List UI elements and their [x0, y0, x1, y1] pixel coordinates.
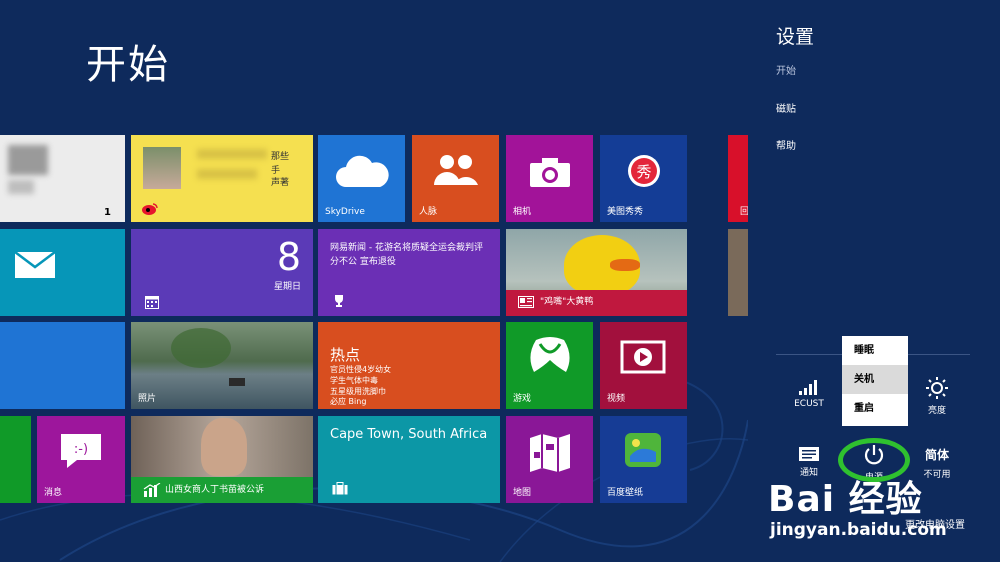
photo-boat — [229, 378, 245, 386]
photo-count-badge: 1 — [104, 207, 111, 218]
wallpaper-label: 百度壁纸 — [607, 488, 644, 498]
signal-bars-icon — [799, 380, 817, 395]
suitcase-icon — [332, 482, 348, 495]
green-partial-tile[interactable] — [0, 416, 31, 503]
calendar-icon — [145, 296, 159, 309]
chart-bars-icon — [143, 483, 161, 497]
partial-red-tile[interactable]: 回 — [728, 135, 748, 222]
network-label: ECUST — [794, 399, 824, 409]
calendar-day: 8 — [276, 235, 301, 279]
brightness-quick-setting[interactable]: 亮度 — [907, 376, 967, 416]
meitu-tile[interactable]: 秀 美图秀秀 — [600, 135, 687, 222]
duck-beak — [610, 259, 640, 271]
games-tile[interactable]: 游戏 — [506, 322, 593, 409]
people-icon — [434, 155, 478, 185]
calendar-weekday: 星期日 — [273, 282, 301, 292]
skydrive-tile[interactable]: SkyDrive — [318, 135, 405, 222]
camera-label: 相机 — [513, 207, 532, 217]
help-link[interactable]: 帮助 — [776, 137, 796, 152]
skydrive-label: SkyDrive — [325, 207, 365, 217]
messaging-label: 消息 — [44, 488, 63, 498]
photos-tile[interactable]: 照片 — [131, 322, 313, 409]
cloud-icon — [336, 155, 389, 187]
map-icon — [530, 434, 570, 472]
notification-icon — [799, 447, 819, 461]
trophy-icon — [335, 295, 343, 307]
video-tile[interactable]: 视频 — [600, 322, 687, 409]
ie-tile[interactable] — [0, 322, 125, 409]
settings-title: 设置 — [776, 26, 815, 48]
meitu-label: 美图秀秀 — [607, 207, 644, 217]
hot-line-2: 学生气体中毒 — [330, 376, 378, 385]
partial-red-label: 回 — [740, 207, 748, 217]
wallpaper-tile[interactable]: 百度壁纸 — [600, 416, 687, 503]
weibo-icon — [142, 203, 158, 215]
envelope-icon — [14, 251, 56, 278]
photo-tile[interactable]: 1 — [0, 135, 125, 222]
start-title: 开始 — [86, 42, 170, 88]
chat-bubble-icon: :-) — [61, 434, 101, 468]
maps-tile[interactable]: 地图 — [506, 416, 593, 503]
photo-tree — [171, 328, 231, 368]
travel-tile[interactable]: Cape Town, South Africa — [318, 416, 500, 503]
finance-person — [201, 418, 247, 476]
messaging-tile[interactable]: :-) 消息 — [37, 416, 125, 503]
people-label: 人脉 — [419, 207, 438, 217]
sun-icon — [926, 377, 948, 399]
travel-title: Cape Town, South Africa — [330, 427, 488, 442]
finance-tile[interactable]: 山西女商人丁书苗被公诉 — [131, 416, 313, 503]
video-label: 视频 — [607, 394, 626, 404]
xbox-controller-icon — [530, 337, 570, 372]
weibo-tile[interactable]: 那些 手 声著 — [131, 135, 313, 222]
news-icon — [518, 296, 534, 308]
camera-icon — [530, 158, 570, 187]
svg-text:秀: 秀 — [636, 163, 651, 181]
baidu-watermark-url: jingyan.baidu.com — [770, 520, 947, 540]
partial-photo-tile[interactable] — [728, 229, 748, 316]
restart-option[interactable]: 重启 — [842, 394, 908, 423]
maps-label: 地图 — [513, 488, 532, 498]
settings-subtitle: 开始 — [776, 66, 796, 77]
weibo-line-1: 那些 — [271, 152, 290, 162]
tiles-link[interactable]: 磁贴 — [776, 100, 796, 115]
weibo-avatar — [143, 147, 181, 189]
ime-label: 简体 — [924, 448, 949, 462]
hot-tile[interactable]: 热点 官员性侵4岁幼女 学生气体中毒 五星级用洗脚巾 必应 Bing — [318, 322, 500, 409]
games-label: 游戏 — [513, 394, 532, 404]
brightness-label: 亮度 — [927, 406, 946, 416]
people-tile[interactable]: 人脉 — [412, 135, 499, 222]
wallpaper-app-icon — [625, 433, 661, 467]
video-player-icon — [620, 340, 666, 374]
duck-label: "鸡嘴"大黄鸭 — [540, 297, 594, 307]
hot-title: 热点 — [330, 346, 361, 364]
sleep-option[interactable]: 睡眠 — [842, 336, 908, 365]
duck-photo-tile[interactable]: "鸡嘴"大黄鸭 — [506, 229, 687, 316]
weibo-line-3: 声著 — [271, 178, 290, 188]
photos-label: 照片 — [138, 394, 157, 404]
network-quick-setting[interactable]: ECUST — [779, 378, 839, 409]
meitu-icon: 秀 — [628, 155, 660, 187]
news-tile[interactable]: 网易新闻 - 花游名将质疑全运会裁判评分不公 宣布退役 — [318, 229, 500, 316]
svg-text::-): :-) — [74, 442, 88, 457]
camera-tile[interactable]: 相机 — [506, 135, 593, 222]
hot-line-1: 官员性侵4岁幼女 — [330, 365, 392, 374]
shutdown-option[interactable]: 关机 — [842, 365, 908, 394]
finance-label: 山西女商人丁书苗被公诉 — [165, 485, 265, 495]
calendar-tile[interactable]: 8 星期日 — [131, 229, 313, 316]
mail-tile[interactable] — [0, 229, 125, 316]
news-text: 网易新闻 - 花游名将质疑全运会裁判评分不公 宣布退役 — [330, 243, 483, 267]
hot-source: 必应 Bing — [330, 397, 367, 406]
baidu-watermark-logo: Bai 经验 — [768, 479, 923, 520]
power-menu: 睡眠 关机 重启 — [842, 336, 908, 426]
